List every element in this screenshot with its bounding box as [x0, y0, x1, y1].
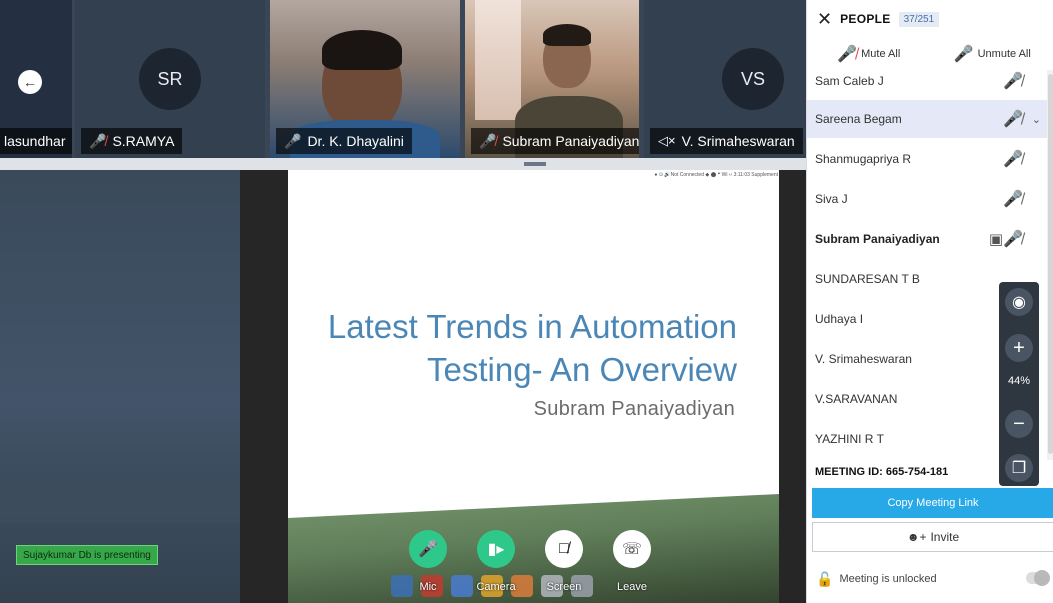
mute-all-button[interactable]: 🎤̸ Mute All: [807, 40, 931, 68]
mic-label: Mic: [419, 581, 437, 593]
meeting-id: MEETING ID: 665-754-181: [815, 466, 949, 478]
participant-name: Subram Panaiyadiyan: [502, 133, 639, 149]
mic-muted-icon[interactable]: 🎤̸: [1003, 109, 1023, 129]
list-item[interactable]: Sam Caleb J 🎤̸: [807, 68, 1047, 100]
mic-on-icon: 🎤: [284, 132, 302, 149]
video-tile[interactable]: VS ◁× V. Srimaheswaran: [644, 0, 806, 158]
screen-label: Screen: [546, 581, 582, 593]
shared-slide: ● ⊙ 🔊Not Connected ◆ ⬤ ❝ Wi ‹› 3:11:03 S…: [288, 170, 779, 500]
grip-icon: [524, 162, 546, 166]
avatar: VS: [722, 48, 784, 110]
call-controls: 🎤 Mic ▮▸ Camera □̸ Screen ☏ Leave: [406, 530, 662, 603]
mute-all-label: Mute All: [861, 48, 901, 60]
lock-status: Meeting is unlocked: [839, 573, 937, 585]
scrollbar-thumb[interactable]: [1048, 74, 1053, 454]
mic-button[interactable]: 🎤 Mic: [406, 530, 450, 593]
camera-label: Camera: [476, 581, 516, 593]
screen-share-icon: ▣: [988, 231, 1003, 248]
participant-label: 🎤 Dr. K. Dhayalini: [276, 128, 412, 154]
slide-title-line1: Latest Trends in Automation: [327, 308, 737, 345]
slide-statusbar: ● ⊙ 🔊Not Connected ◆ ⬤ ❝ Wi ‹› 3:11:03 S…: [654, 172, 778, 178]
unmute-all-label: Unmute All: [977, 48, 1031, 60]
slide-title-line2: Testing- An Overview: [427, 351, 737, 388]
participant-label: lasundhar: [0, 128, 72, 154]
zoom-in-icon[interactable]: +: [1005, 334, 1033, 362]
mic-icon: 🎤: [409, 530, 447, 568]
panel-header: ✕ PEOPLE 37/251: [807, 0, 1053, 38]
close-icon[interactable]: ✕: [817, 9, 832, 30]
participant-video: [322, 30, 402, 70]
screen-share-off-icon: □̸: [545, 530, 583, 568]
presenting-badge: Sujaykumar Db is presenting: [16, 545, 158, 565]
video-tile[interactable]: 🎤 Dr. K. Dhayalini: [270, 0, 460, 158]
participant-label: 🎤̸ S.RAMYA: [81, 128, 183, 154]
mic-muted-icon[interactable]: 🎤̸: [1003, 149, 1023, 169]
list-item[interactable]: Subram Panaiyadiyan ▣ 🎤̸: [807, 220, 1047, 258]
video-tile[interactable]: 🎤̸ Subram Panaiyadiyan: [465, 0, 639, 158]
toggle-knob: [1034, 570, 1050, 586]
unmute-all-button[interactable]: 🎤 Unmute All: [931, 40, 1053, 68]
mic-muted-icon[interactable]: 🎤̸: [1003, 71, 1023, 91]
lock-toggle[interactable]: [1026, 570, 1050, 586]
strip-resize-handle[interactable]: [0, 158, 806, 170]
people-list-scrollbar[interactable]: [1047, 70, 1053, 460]
invite-label: Invite: [930, 530, 960, 544]
slide-author: Subram Panaiyadiyan: [533, 398, 735, 420]
mic-on-icon: 🎤: [953, 46, 974, 63]
mic-muted-icon: 🎤̸: [89, 132, 107, 149]
participant-video: [543, 24, 591, 46]
participant-name: S.RAMYA: [112, 133, 175, 149]
presentation-stage: Sujaykumar Db is presenting ● ⊙ 🔊Not Con…: [0, 170, 806, 603]
list-item[interactable]: Shanmugapriya R 🎤̸: [807, 140, 1047, 178]
stage-background: [0, 170, 240, 603]
add-user-icon: ☻+: [906, 530, 927, 544]
avatar: SR: [139, 48, 201, 110]
camera-icon: ▮▸: [477, 530, 515, 568]
copy-icon[interactable]: ❐: [1005, 454, 1033, 482]
camera-button[interactable]: ▮▸ Camera: [474, 530, 518, 593]
video-tile[interactable]: SR 🎤̸ S.RAMYA: [75, 0, 265, 158]
invite-button[interactable]: ☻+ Invite: [812, 522, 1053, 552]
mute-controls: 🎤̸ Mute All 🎤 Unmute All: [807, 40, 1053, 68]
list-item[interactable]: Sareena Begam 🎤̸ ⌄: [807, 100, 1047, 138]
mic-muted-icon: 🎤̸: [837, 46, 858, 63]
slide-band: [288, 488, 779, 518]
video-tile[interactable]: ← lasundhar: [0, 0, 72, 158]
participant-video: [475, 0, 521, 120]
participant-name: V. Srimaheswaran: [681, 133, 795, 149]
arrow-left-icon[interactable]: ←: [18, 70, 42, 94]
meeting-lock-row: 🔓 Meeting is unlocked: [812, 560, 1053, 598]
zoom-panel: ◉ + 44% − ❐: [999, 282, 1039, 486]
mic-muted-icon[interactable]: 🎤̸: [1003, 189, 1023, 209]
hang-up-icon: ☏: [613, 530, 651, 568]
copy-meeting-link-button[interactable]: Copy Meeting Link: [812, 488, 1053, 518]
leave-button[interactable]: ☏ Leave: [610, 530, 654, 593]
unlock-icon: 🔓: [816, 570, 834, 587]
background-image: [0, 403, 240, 523]
meeting-app: ← lasundhar SR 🎤̸ S.RAMYA 🎤 Dr. K. Dhaya…: [0, 0, 1053, 603]
participant-name: Dr. K. Dhayalini: [307, 133, 404, 149]
screenshot-camera-icon[interactable]: ◉: [1005, 288, 1033, 316]
chevron-down-icon[interactable]: ⌄: [1032, 113, 1041, 126]
mic-muted-icon: 🎤̸: [479, 132, 497, 149]
zoom-out-icon[interactable]: −: [1005, 410, 1033, 438]
panel-title: PEOPLE: [840, 12, 891, 26]
mic-muted-icon[interactable]: 🎤̸: [1003, 229, 1023, 249]
participant-name: lasundhar: [4, 133, 66, 149]
speaker-muted-icon: ◁×: [658, 133, 676, 148]
list-item[interactable]: Siva J 🎤̸: [807, 180, 1047, 218]
leave-label: Leave: [617, 581, 647, 593]
participant-count: 37/251: [898, 11, 940, 27]
screen-share-button[interactable]: □̸ Screen: [542, 530, 586, 593]
video-strip: ← lasundhar SR 🎤̸ S.RAMYA 🎤 Dr. K. Dhaya…: [0, 0, 806, 170]
participant-label: ◁× V. Srimaheswaran: [650, 128, 803, 154]
zoom-level: 44%: [1007, 375, 1031, 387]
participant-label: 🎤̸ Subram Panaiyadiyan: [471, 128, 639, 154]
